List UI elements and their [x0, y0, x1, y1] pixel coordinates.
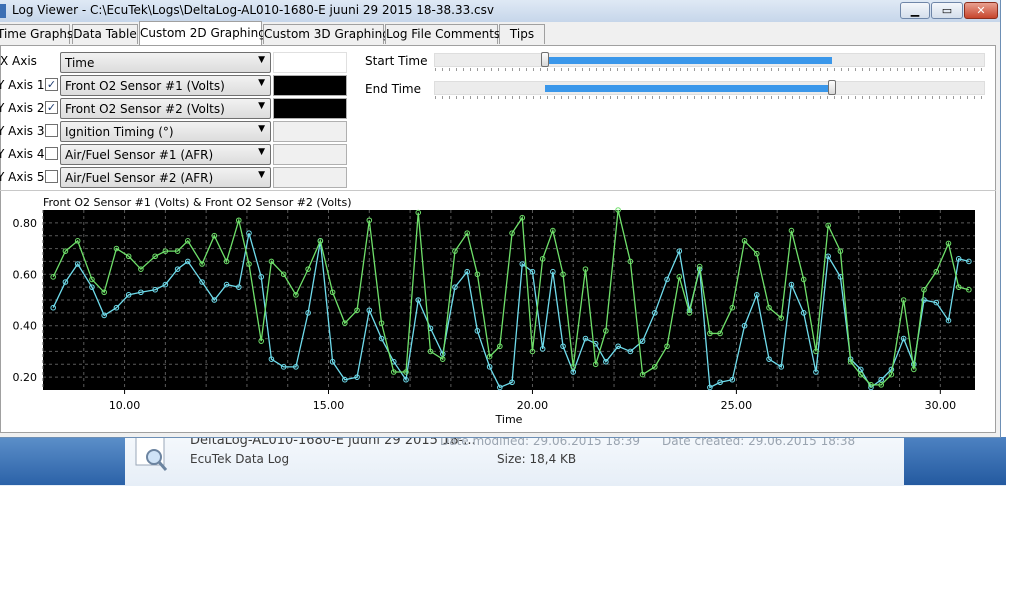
x-axis-swatch-blank	[273, 52, 347, 73]
y-tick-label: 0.20	[13, 371, 38, 384]
x-tick-label: 30.00	[925, 399, 957, 412]
y-axis-5-label: Y Axis 5	[0, 170, 45, 184]
tab-bar: Time Graphs Data Table Custom 2D Graphin…	[0, 21, 1000, 45]
window-title: Log Viewer - C:\EcuTek\Logs\DeltaLog-AL0…	[12, 3, 495, 17]
y-axis-2-checkbox[interactable]: ✓	[45, 101, 58, 114]
x-tick-label: 20.00	[517, 399, 549, 412]
y-axis-4-checkbox[interactable]	[45, 147, 58, 160]
y-axis-3-label: Y Axis 3	[0, 124, 45, 138]
checkmark-icon: ✓	[46, 101, 57, 114]
maximize-icon: ▭	[941, 4, 953, 17]
y-axis-1-color-swatch[interactable]	[273, 75, 347, 96]
x-tick-label: 10.00	[109, 399, 141, 412]
chevron-down-icon: ▼	[258, 170, 265, 180]
x-axis-select[interactable]: Time ▼	[60, 52, 271, 73]
explorer-nav-strip	[0, 437, 125, 485]
start-time-slider[interactable]	[434, 52, 985, 71]
y-axis-1-checkbox[interactable]: ✓	[45, 78, 58, 91]
y-axis-3-select[interactable]: Ignition Timing (°) ▼	[60, 121, 271, 142]
x-tick-label: 25.00	[721, 399, 753, 412]
start-time-slider-fill	[545, 57, 832, 64]
y-axis-5-color-swatch[interactable]	[273, 167, 347, 188]
start-time-label: Start Time	[365, 54, 428, 68]
x-axis-label: X Axis	[0, 54, 37, 68]
x-axis-label: Time	[495, 413, 523, 426]
end-time-label: End Time	[365, 82, 421, 96]
y-tick-label: 0.80	[13, 217, 38, 230]
log-viewer-window: Log Viewer - C:\EcuTek\Logs\DeltaLog-AL0…	[0, 0, 1001, 438]
y-axis-2-select[interactable]: Front O2 Sensor #2 (Volts) ▼	[60, 98, 271, 119]
y-axis-1-label: Y Axis 1	[0, 78, 45, 92]
chevron-down-icon: ▼	[258, 124, 265, 134]
minimize-icon: ▁	[910, 4, 920, 17]
y-axis-4-value: Air/Fuel Sensor #1 (AFR)	[65, 148, 214, 162]
y-axis-2-color-swatch[interactable]	[273, 98, 347, 119]
y-axis-3-value: Ignition Timing (°)	[65, 125, 174, 139]
y-axis-3-checkbox[interactable]	[45, 124, 58, 137]
start-time-slider-thumb[interactable]	[541, 52, 550, 67]
controls-divider	[0, 190, 996, 191]
tab-time-graphs[interactable]: Time Graphs	[0, 24, 73, 44]
start-time-slider-ticks	[435, 68, 984, 71]
explorer-file-type: EcuTek Data Log	[190, 452, 290, 466]
y-axis-1-value: Front O2 Sensor #1 (Volts)	[65, 79, 225, 93]
y-axis-5-value: Air/Fuel Sensor #2 (AFR)	[65, 171, 214, 185]
x-axis-value: Time	[65, 56, 95, 70]
tab-data-table[interactable]: Data Table	[72, 24, 138, 44]
y-tick-label: 0.60	[13, 268, 38, 281]
y-axis-1-select[interactable]: Front O2 Sensor #1 (Volts) ▼	[60, 75, 271, 96]
maximize-button[interactable]: ▭	[931, 2, 963, 19]
close-button[interactable]: ✕	[964, 2, 998, 19]
y-tick-label: 0.40	[13, 320, 38, 333]
y-axis-3-color-swatch[interactable]	[273, 121, 347, 142]
y-axis-2-value: Front O2 Sensor #2 (Volts)	[65, 102, 225, 116]
chevron-down-icon: ▼	[258, 78, 265, 88]
y-axis-2-label: Y Axis 2	[0, 101, 45, 115]
y-axis-4-label: Y Axis 4	[0, 147, 45, 161]
x-tick-label: 15.00	[313, 399, 345, 412]
app-icon	[0, 4, 6, 18]
tab-tips[interactable]: Tips	[499, 24, 545, 44]
tab-custom-2d-graphing[interactable]: Custom 2D Graphing	[139, 21, 266, 45]
end-time-slider-fill	[545, 85, 832, 92]
log-file-icon	[132, 436, 172, 473]
chevron-down-icon: ▼	[258, 147, 265, 157]
close-icon: ✕	[976, 4, 986, 17]
y-axis-4-select[interactable]: Air/Fuel Sensor #1 (AFR) ▼	[60, 144, 271, 165]
explorer-file-size: Size: 18,4 KB	[497, 452, 577, 466]
chevron-down-icon: ▼	[258, 55, 265, 65]
minimize-button[interactable]: ▁	[900, 2, 930, 19]
end-time-slider-thumb[interactable]	[827, 80, 836, 95]
o2-sensor-chart: 10.00 15.00 20.00 25.00 30.00 0.20 0.40 0.60 0.8…	[13, 207, 975, 426]
end-time-slider[interactable]	[434, 80, 985, 99]
title-bar[interactable]: Log Viewer - C:\EcuTek\Logs\DeltaLog-AL0…	[0, 0, 1000, 22]
y-axis-4-color-swatch[interactable]	[273, 144, 347, 165]
y-axis-5-select[interactable]: Air/Fuel Sensor #2 (AFR) ▼	[60, 167, 271, 188]
explorer-right-strip	[904, 437, 1006, 485]
end-time-slider-ticks	[435, 96, 984, 99]
checkmark-icon: ✓	[46, 78, 57, 91]
chevron-down-icon: ▼	[258, 101, 265, 111]
y-axis-5-checkbox[interactable]	[45, 170, 58, 183]
tab-log-file-comments[interactable]: Log File Comments	[385, 24, 500, 44]
tab-custom-3d-graphing[interactable]: Custom 3D Graphing	[263, 24, 390, 44]
